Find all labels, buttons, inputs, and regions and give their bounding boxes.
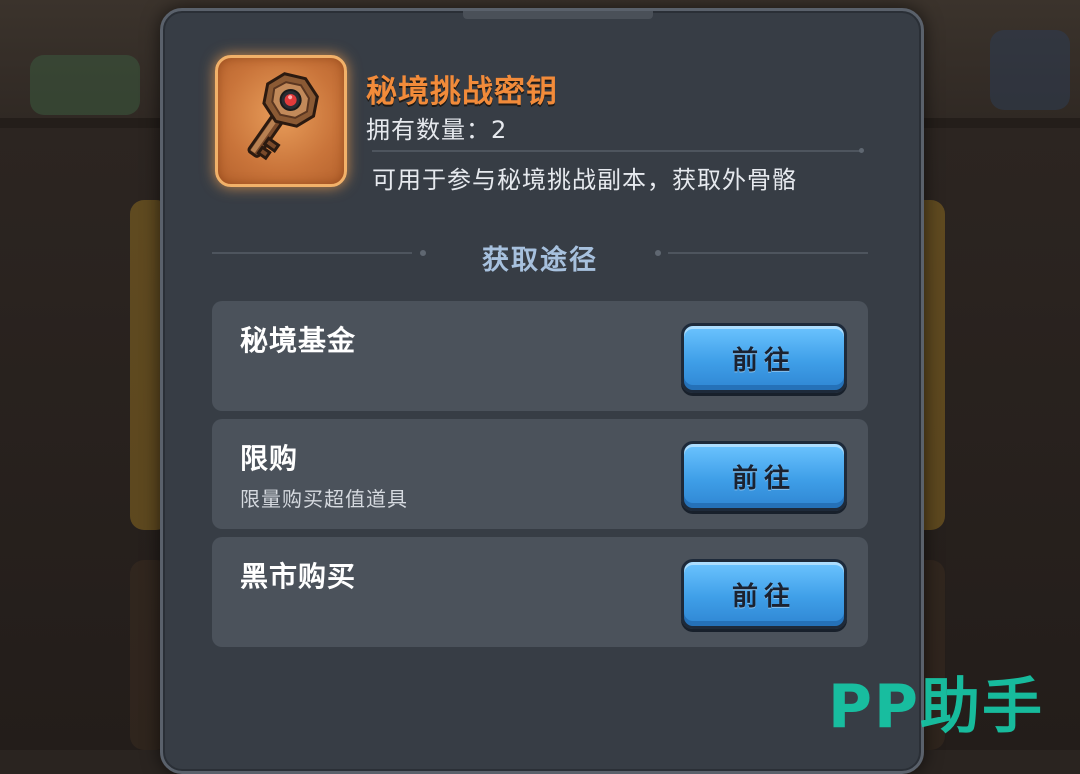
key-icon bbox=[247, 72, 319, 161]
source-title: 黑市购买 bbox=[240, 560, 357, 593]
source-row-black-market: 黑市购买 前往 bbox=[212, 537, 868, 647]
owned-count-value: 2 bbox=[491, 116, 508, 144]
background-crate bbox=[990, 30, 1070, 110]
item-icon-frame bbox=[215, 55, 347, 187]
go-button-label: 前往 bbox=[731, 345, 796, 376]
go-button-label: 前往 bbox=[731, 581, 796, 612]
section-divider-right bbox=[668, 252, 868, 254]
source-title: 限购 bbox=[240, 442, 299, 475]
description-divider bbox=[372, 148, 864, 153]
watermark-logo: PP助手 bbox=[828, 672, 1044, 742]
source-title: 秘境基金 bbox=[240, 324, 357, 357]
section-divider-dot-right bbox=[655, 250, 661, 256]
source-row-fund: 秘境基金 前往 bbox=[212, 301, 868, 411]
item-description: 可用于参与秘境挑战副本，获取外骨骼 bbox=[372, 166, 797, 194]
background-cash-stack bbox=[30, 55, 140, 115]
go-button-limited[interactable]: 前往 bbox=[681, 441, 847, 511]
acquire-methods-title: 获取途径 bbox=[482, 245, 598, 276]
source-subtitle: 限量购买超值道具 bbox=[240, 487, 408, 511]
go-button-fund[interactable]: 前往 bbox=[681, 323, 847, 393]
panel-top-tab bbox=[463, 11, 653, 19]
owned-count-label: 拥有数量： bbox=[366, 116, 491, 144]
owned-count: 拥有数量：2 bbox=[366, 110, 507, 145]
go-button-label: 前往 bbox=[731, 463, 796, 494]
go-button-black-market[interactable]: 前往 bbox=[681, 559, 847, 629]
item-name: 秘境挑战密钥 bbox=[366, 74, 558, 110]
source-row-limited: 限购 限量购买超值道具 前往 bbox=[212, 419, 868, 529]
